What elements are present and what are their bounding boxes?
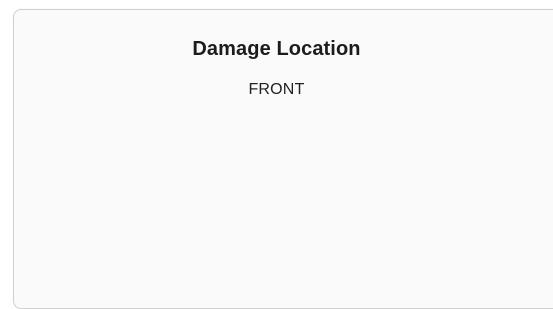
card-title: Damage Location	[192, 38, 361, 60]
damage-location-value: FRONT	[248, 81, 305, 98]
